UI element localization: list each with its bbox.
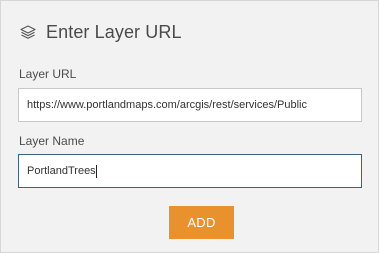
layer-name-label: Layer Name [19, 134, 85, 148]
layers-icon [19, 23, 37, 41]
text-cursor [95, 164, 97, 178]
enter-layer-url-panel: Enter Layer URL Layer URL https://www.po… [0, 0, 379, 253]
layer-name-input[interactable]: PortlandTrees [18, 154, 362, 188]
layer-url-input[interactable]: https://www.portlandmaps.com/arcgis/rest… [18, 88, 362, 122]
layer-url-value: https://www.portlandmaps.com/arcgis/rest… [27, 99, 307, 111]
layer-url-label: Layer URL [19, 67, 77, 81]
layer-name-value: PortlandTrees [27, 165, 96, 177]
panel-header: Enter Layer URL [19, 19, 182, 45]
panel-title: Enter Layer URL [46, 21, 182, 42]
add-button[interactable]: ADD [169, 206, 234, 239]
